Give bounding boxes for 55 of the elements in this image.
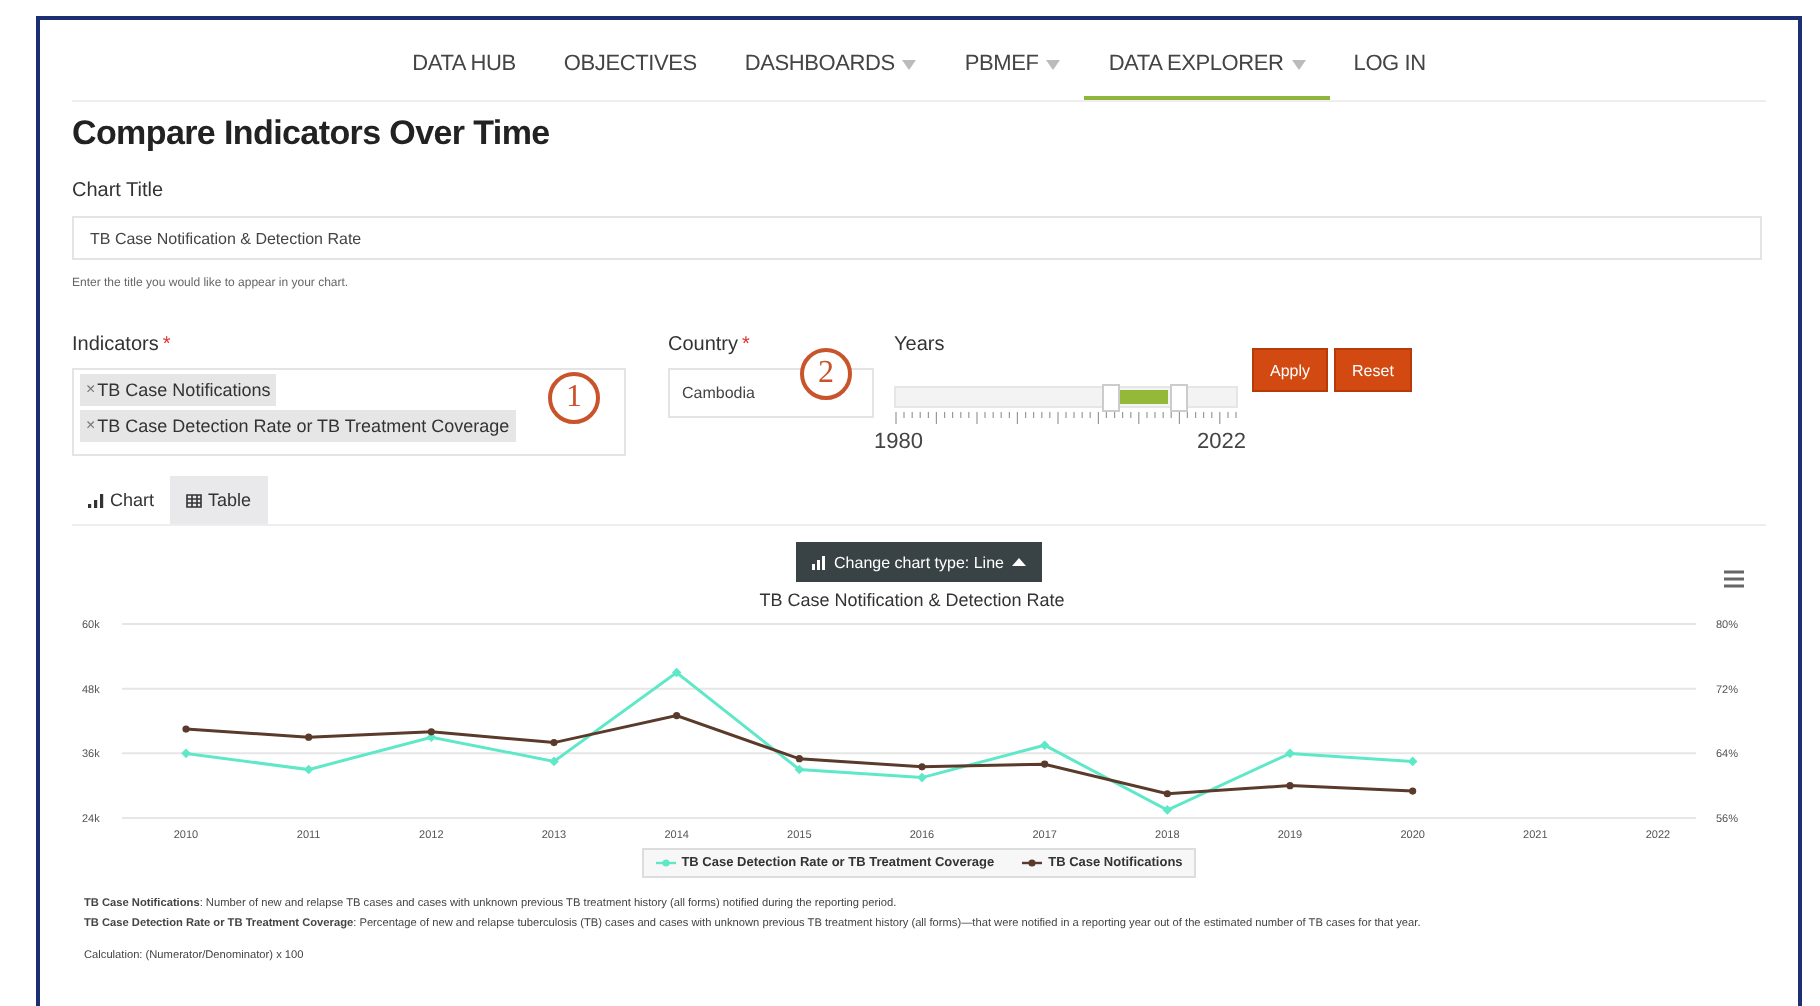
field-label: Indicators [72,334,159,356]
required-mark: * [742,334,750,356]
indicator-tag[interactable]: ×TB Case Notifications [80,374,277,406]
data-point [181,748,191,759]
nav-link[interactable]: OBJECTIVES [539,32,721,100]
data-point [1285,748,1295,759]
slider-handle[interactable] [1170,384,1189,412]
data-point [1407,756,1418,767]
data-point [673,712,681,720]
chart-type-button[interactable]: Change chart type: Line [796,542,1042,582]
tag-label: TB Case Notifications [97,380,271,400]
data-point [1409,787,1417,795]
indicator-tag[interactable]: ×TB Case Detection Rate or TB Treatment Coverage [80,410,516,442]
chart-title-field[interactable]: TB Case Notification & Detection Rate [72,216,1762,260]
nav-link[interactable]: LOG IN [1329,32,1450,100]
action-button[interactable]: Reset [1334,348,1412,392]
range-max-label: 2022 [1197,432,1246,454]
nav-link[interactable]: DATA EXPLORER [1084,32,1330,100]
field-label: Chart Title [72,180,164,202]
data-point [1163,790,1171,798]
range-min-label: 1980 [874,432,923,454]
data-point [1041,760,1049,768]
nav-link[interactable]: DATA HUB [388,32,540,100]
field-label: Years [894,334,945,356]
action-button[interactable]: Apply [1252,348,1329,392]
nav-link[interactable]: DASHBOARDS [720,32,941,100]
data-point [671,667,682,678]
data-point [1039,740,1050,751]
data-point [182,725,190,733]
bar-chart-icon [88,493,104,507]
remove-icon[interactable]: × [86,380,96,400]
required-mark: * [162,334,171,356]
legend-marker-icon [655,858,676,868]
data-point [550,738,558,747]
page-title: Compare Indicators Over Time [72,114,552,154]
remove-icon[interactable]: × [86,416,96,436]
menu-icon[interactable] [1724,570,1744,588]
table-icon [186,493,203,507]
data-point [1162,805,1173,815]
nav-link[interactable]: PBMEF [940,32,1085,100]
chart-title: TB Case Notification & Detection Rate [759,590,1065,610]
tag-label: TB Case Detection Rate or TB Treatment Coverage [97,416,510,436]
year-range-slider[interactable] [894,386,1238,408]
data-point [305,733,313,741]
data-point [1286,782,1294,790]
data-point [303,764,314,775]
data-point [549,756,559,767]
callout-number: 1 [548,372,600,424]
slider-handle[interactable] [1102,384,1121,412]
field-label: Country [668,334,739,356]
view-tab[interactable]: Table [170,476,268,524]
legend-marker-icon [1022,858,1043,868]
caret-icon [1011,555,1026,569]
bar-chart-icon [812,555,827,569]
callout-number: 2 [800,348,852,400]
